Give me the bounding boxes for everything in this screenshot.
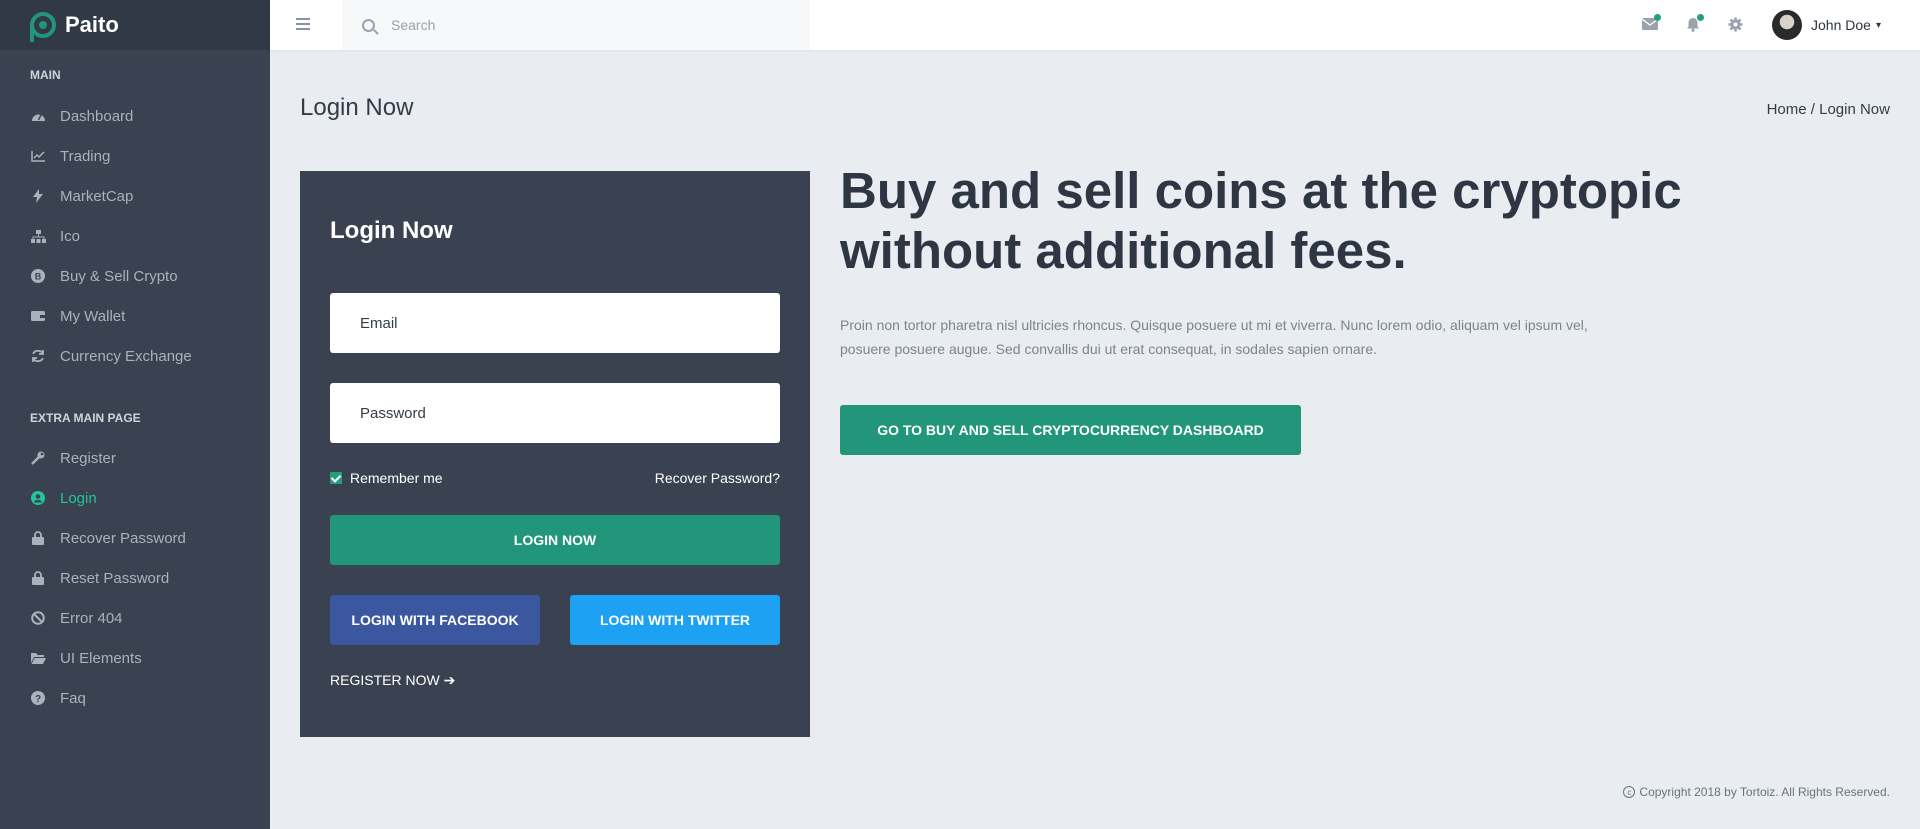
password-field[interactable] [330, 383, 780, 443]
checkbox-checked-icon [330, 472, 342, 484]
hero-heading: Buy and sell coins at the cryptopic with… [840, 162, 1682, 279]
sidebar-item-login[interactable]: Login [30, 486, 97, 510]
sidebar-item-label: Reset Password [60, 569, 170, 587]
lock-icon [30, 570, 46, 586]
hero-text: Proin non tortor pharetra nisl ultricies… [840, 317, 1588, 357]
svg-text:?: ? [35, 694, 41, 705]
sidebar-item-label: Dashboard [60, 107, 134, 125]
sidebar-item-currency-exchange[interactable]: Currency Exchange [30, 344, 192, 368]
notification-dot [1654, 14, 1661, 21]
menu-toggle-icon[interactable] [296, 18, 310, 30]
dashboard-cta-button[interactable]: GO TO BUY AND SELL CRYPTOCURRENCY DASHBO… [840, 405, 1301, 455]
sidebar-item-buy-sell[interactable]: B Buy & Sell Crypto [30, 264, 178, 288]
sidebar-item-trading[interactable]: Trading [30, 144, 110, 168]
svg-text:B: B [35, 272, 42, 282]
login-button[interactable]: LOGIN NOW [330, 515, 780, 565]
refresh-icon [30, 348, 46, 364]
top-bar: John Doe ▾ [270, 0, 1920, 50]
sidebar-item-ico[interactable]: Ico [30, 224, 80, 248]
brand-name: Paito [65, 12, 119, 37]
sidebar-item-label: Faq [60, 689, 86, 707]
register-now-link[interactable]: REGISTER NOW ➔ [330, 672, 455, 689]
mail-icon[interactable] [1641, 14, 1661, 32]
user-menu[interactable]: John Doe ▾ [1772, 10, 1881, 40]
gear-icon[interactable] [1726, 16, 1744, 32]
bell-icon[interactable] [1684, 14, 1704, 32]
remember-me-label: Remember me [350, 470, 443, 486]
bitcoin-icon: B [30, 268, 46, 284]
email-field[interactable] [330, 293, 780, 353]
sidebar-item-label: Ico [60, 227, 81, 245]
sidebar-item-label: UI Elements [60, 649, 142, 667]
sidebar-item-label: Login [60, 489, 97, 507]
question-icon: ? [30, 690, 46, 706]
wrench-icon [30, 450, 46, 466]
sidebar-item-error-404[interactable]: Error 404 [30, 606, 123, 630]
chevron-down-icon: ▾ [1875, 19, 1881, 31]
ban-icon [30, 610, 46, 626]
sidebar-item-reset-password[interactable]: Reset Password [30, 566, 169, 590]
sidebar-item-label: MarketCap [60, 187, 134, 205]
sidebar-item-label: Error 404 [60, 609, 123, 627]
user-name: John Doe [1811, 17, 1871, 33]
sidebar-item-label: Buy & Sell Crypto [60, 267, 178, 285]
sidebar-item-dashboard[interactable]: Dashboard [30, 104, 133, 128]
sidebar-item-label: Trading [60, 147, 111, 165]
bolt-icon [30, 188, 46, 204]
logo-icon [30, 12, 56, 42]
breadcrumb: Home / Login Now [1766, 101, 1890, 118]
notification-dot [1697, 14, 1704, 21]
section-title-main: MAIN [30, 68, 61, 82]
sidebar-item-label: Register [60, 449, 116, 467]
sidebar-item-register[interactable]: Register [30, 446, 116, 470]
login-card: Login Now Remember me Recover Password? … [300, 171, 810, 737]
chart-icon [30, 148, 46, 164]
search-input[interactable] [391, 17, 791, 33]
wallet-icon [30, 308, 46, 324]
remember-me-checkbox[interactable]: Remember me [330, 470, 443, 486]
login-facebook-button[interactable]: LOGIN WITH FACEBOOK [330, 595, 540, 645]
login-title: Login Now [330, 217, 453, 244]
page-title: Login Now [300, 94, 414, 121]
sidebar-item-wallet[interactable]: My Wallet [30, 304, 125, 328]
sidebar-item-faq[interactable]: ? Faq [30, 686, 86, 710]
register-now-label: REGISTER NOW [330, 672, 440, 688]
recover-password-link[interactable]: Recover Password? [655, 470, 780, 486]
search-bar [342, 0, 810, 50]
section-title-extra: EXTRA MAIN PAGE [30, 411, 141, 425]
sitemap-icon [30, 228, 46, 244]
footer: c Copyright 2018 by Tortoiz. All Rights … [1623, 785, 1890, 799]
user-circle-icon [30, 490, 46, 506]
sidebar-item-label: My Wallet [60, 307, 126, 325]
sidebar: Paito MAIN Dashboard Trading MarketCap I… [0, 0, 270, 829]
arrow-right-icon: ➔ [443, 672, 456, 688]
avatar [1772, 10, 1802, 40]
brand[interactable]: Paito [0, 0, 270, 50]
folder-icon [30, 650, 46, 666]
sidebar-item-ui-elements[interactable]: UI Elements [30, 646, 142, 670]
dashboard-icon [30, 108, 46, 124]
sidebar-item-recover-password[interactable]: Recover Password [30, 526, 186, 550]
sidebar-item-label: Recover Password [60, 529, 186, 547]
copyright-icon: c [1623, 786, 1636, 798]
sidebar-item-label: Currency Exchange [60, 347, 192, 365]
copyright-text: Copyright 2018 by Tortoiz. All Rights Re… [1639, 785, 1890, 799]
lock-icon [30, 530, 46, 546]
login-twitter-button[interactable]: LOGIN WITH TWITTER [570, 595, 780, 645]
search-icon [362, 18, 375, 32]
sidebar-item-marketcap[interactable]: MarketCap [30, 184, 133, 208]
